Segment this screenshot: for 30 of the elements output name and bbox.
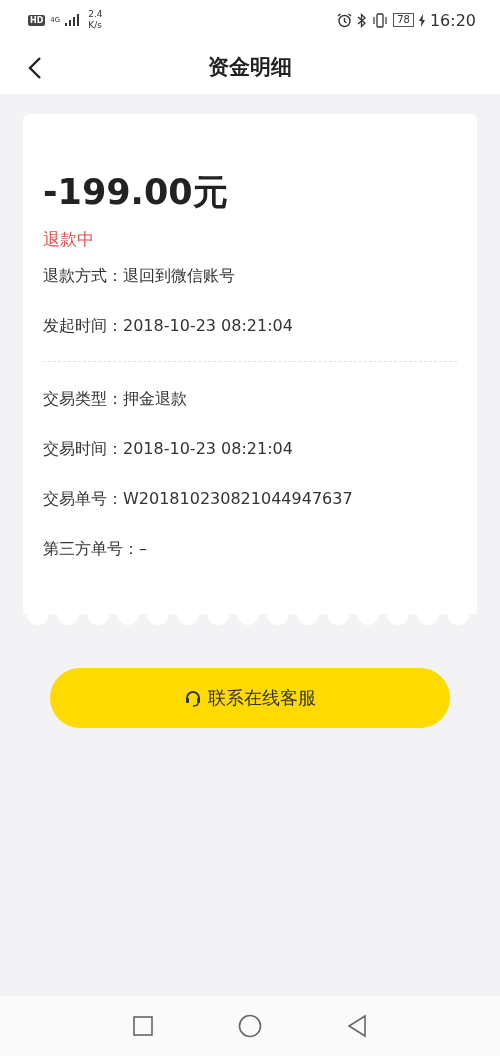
detail-value: 2018-10-23 08:21:04 [123, 438, 293, 460]
home-icon[interactable] [238, 1014, 262, 1038]
detail-value: 2018-10-23 08:21:04 [123, 315, 293, 337]
network-speed: 2.4 [88, 9, 103, 20]
speed-unit: K/s [88, 20, 103, 31]
refund-status: 退款中 [43, 228, 95, 251]
signal-icon [65, 14, 80, 26]
bluetooth-icon [357, 12, 368, 28]
detail-label: 发起时间： [43, 315, 123, 337]
vibrate-icon [372, 12, 389, 28]
page-title: 资金明细 [208, 54, 292, 81]
detail-label: 交易类型： [43, 388, 123, 410]
detail-label: 交易单号： [43, 488, 123, 510]
detail-label: 交易时间： [43, 438, 123, 460]
hd-badge: HD [28, 14, 46, 26]
detail-value: 押金退款 [123, 388, 187, 410]
amount-text: -199.00元 [43, 171, 229, 214]
headset-icon [184, 689, 202, 707]
alarm-icon [337, 12, 353, 28]
detail-value: – [139, 538, 147, 560]
detail-label: 第三方单号： [43, 538, 139, 560]
detail-label: 退款方式： [43, 265, 123, 287]
back-nav-icon[interactable] [346, 1014, 368, 1038]
clock-time: 16:20 [429, 10, 476, 30]
detail-value: W201810230821044947637 [123, 488, 353, 510]
recent-apps-icon[interactable] [132, 1015, 154, 1037]
detail-value: 退回到微信账号 [123, 265, 235, 287]
battery-level: 78 [393, 13, 414, 27]
charging-icon [418, 13, 425, 27]
contact-support-button[interactable]: 联系在线客服 [50, 668, 450, 728]
